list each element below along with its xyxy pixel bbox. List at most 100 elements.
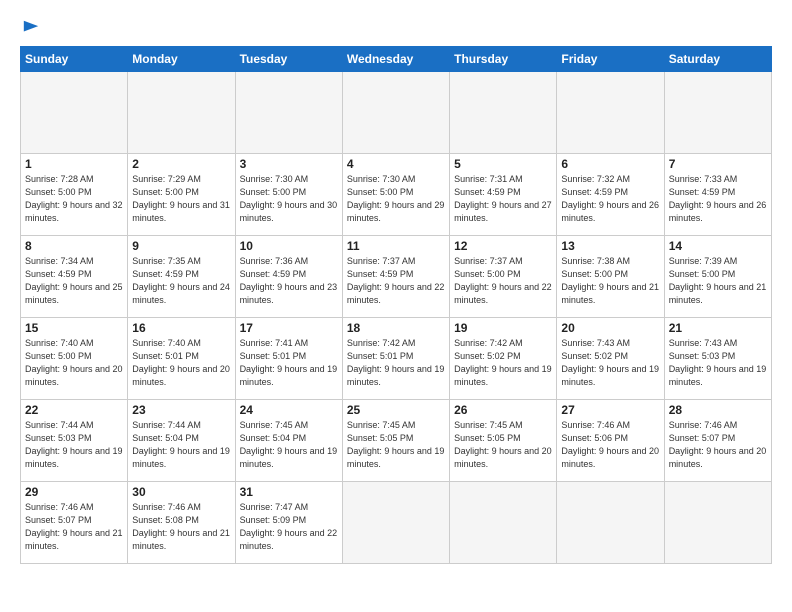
day-number: 22 bbox=[25, 403, 123, 417]
calendar-week-2: 1 Sunrise: 7:28 AM Sunset: 5:00 PM Dayli… bbox=[21, 154, 772, 236]
calendar-cell bbox=[342, 72, 449, 154]
calendar-cell: 19 Sunrise: 7:42 AM Sunset: 5:02 PM Dayl… bbox=[450, 318, 557, 400]
day-number: 9 bbox=[132, 239, 230, 253]
day-info: Sunrise: 7:46 AM Sunset: 5:07 PM Dayligh… bbox=[669, 419, 767, 471]
day-number: 14 bbox=[669, 239, 767, 253]
day-info: Sunrise: 7:40 AM Sunset: 5:00 PM Dayligh… bbox=[25, 337, 123, 389]
day-info: Sunrise: 7:47 AM Sunset: 5:09 PM Dayligh… bbox=[240, 501, 338, 553]
day-info: Sunrise: 7:36 AM Sunset: 4:59 PM Dayligh… bbox=[240, 255, 338, 307]
calendar-cell bbox=[21, 72, 128, 154]
page: SundayMondayTuesdayWednesdayThursdayFrid… bbox=[0, 0, 792, 612]
calendar-cell: 26 Sunrise: 7:45 AM Sunset: 5:05 PM Dayl… bbox=[450, 400, 557, 482]
calendar-weekday-thursday: Thursday bbox=[450, 47, 557, 72]
day-number: 28 bbox=[669, 403, 767, 417]
day-number: 27 bbox=[561, 403, 659, 417]
calendar-cell: 5 Sunrise: 7:31 AM Sunset: 4:59 PM Dayli… bbox=[450, 154, 557, 236]
calendar-cell: 24 Sunrise: 7:45 AM Sunset: 5:04 PM Dayl… bbox=[235, 400, 342, 482]
day-number: 25 bbox=[347, 403, 445, 417]
day-info: Sunrise: 7:46 AM Sunset: 5:08 PM Dayligh… bbox=[132, 501, 230, 553]
calendar-cell: 27 Sunrise: 7:46 AM Sunset: 5:06 PM Dayl… bbox=[557, 400, 664, 482]
day-number: 18 bbox=[347, 321, 445, 335]
calendar-cell bbox=[557, 72, 664, 154]
day-info: Sunrise: 7:37 AM Sunset: 4:59 PM Dayligh… bbox=[347, 255, 445, 307]
calendar-cell: 17 Sunrise: 7:41 AM Sunset: 5:01 PM Dayl… bbox=[235, 318, 342, 400]
calendar-cell: 21 Sunrise: 7:43 AM Sunset: 5:03 PM Dayl… bbox=[664, 318, 771, 400]
day-number: 21 bbox=[669, 321, 767, 335]
day-info: Sunrise: 7:30 AM Sunset: 5:00 PM Dayligh… bbox=[347, 173, 445, 225]
day-number: 3 bbox=[240, 157, 338, 171]
calendar-cell: 31 Sunrise: 7:47 AM Sunset: 5:09 PM Dayl… bbox=[235, 482, 342, 564]
day-info: Sunrise: 7:45 AM Sunset: 5:05 PM Dayligh… bbox=[347, 419, 445, 471]
calendar-cell bbox=[664, 482, 771, 564]
day-number: 31 bbox=[240, 485, 338, 499]
day-number: 8 bbox=[25, 239, 123, 253]
calendar-cell bbox=[128, 72, 235, 154]
day-info: Sunrise: 7:41 AM Sunset: 5:01 PM Dayligh… bbox=[240, 337, 338, 389]
calendar-cell: 28 Sunrise: 7:46 AM Sunset: 5:07 PM Dayl… bbox=[664, 400, 771, 482]
day-number: 13 bbox=[561, 239, 659, 253]
day-info: Sunrise: 7:33 AM Sunset: 4:59 PM Dayligh… bbox=[669, 173, 767, 225]
calendar-cell: 29 Sunrise: 7:46 AM Sunset: 5:07 PM Dayl… bbox=[21, 482, 128, 564]
day-info: Sunrise: 7:28 AM Sunset: 5:00 PM Dayligh… bbox=[25, 173, 123, 225]
logo-flag-icon bbox=[22, 18, 40, 36]
calendar-cell: 23 Sunrise: 7:44 AM Sunset: 5:04 PM Dayl… bbox=[128, 400, 235, 482]
calendar-cell: 25 Sunrise: 7:45 AM Sunset: 5:05 PM Dayl… bbox=[342, 400, 449, 482]
day-info: Sunrise: 7:29 AM Sunset: 5:00 PM Dayligh… bbox=[132, 173, 230, 225]
logo-text bbox=[20, 18, 40, 36]
day-info: Sunrise: 7:34 AM Sunset: 4:59 PM Dayligh… bbox=[25, 255, 123, 307]
day-number: 26 bbox=[454, 403, 552, 417]
day-info: Sunrise: 7:43 AM Sunset: 5:02 PM Dayligh… bbox=[561, 337, 659, 389]
calendar-week-3: 8 Sunrise: 7:34 AM Sunset: 4:59 PM Dayli… bbox=[21, 236, 772, 318]
calendar-cell: 4 Sunrise: 7:30 AM Sunset: 5:00 PM Dayli… bbox=[342, 154, 449, 236]
calendar-cell: 2 Sunrise: 7:29 AM Sunset: 5:00 PM Dayli… bbox=[128, 154, 235, 236]
day-info: Sunrise: 7:32 AM Sunset: 4:59 PM Dayligh… bbox=[561, 173, 659, 225]
calendar-weekday-tuesday: Tuesday bbox=[235, 47, 342, 72]
day-number: 16 bbox=[132, 321, 230, 335]
calendar-cell: 3 Sunrise: 7:30 AM Sunset: 5:00 PM Dayli… bbox=[235, 154, 342, 236]
calendar-weekday-saturday: Saturday bbox=[664, 47, 771, 72]
day-number: 1 bbox=[25, 157, 123, 171]
calendar-weekday-wednesday: Wednesday bbox=[342, 47, 449, 72]
day-number: 15 bbox=[25, 321, 123, 335]
header bbox=[20, 18, 772, 36]
calendar-cell: 14 Sunrise: 7:39 AM Sunset: 5:00 PM Dayl… bbox=[664, 236, 771, 318]
calendar-cell: 10 Sunrise: 7:36 AM Sunset: 4:59 PM Dayl… bbox=[235, 236, 342, 318]
calendar-cell: 30 Sunrise: 7:46 AM Sunset: 5:08 PM Dayl… bbox=[128, 482, 235, 564]
calendar-weekday-friday: Friday bbox=[557, 47, 664, 72]
calendar-cell: 9 Sunrise: 7:35 AM Sunset: 4:59 PM Dayli… bbox=[128, 236, 235, 318]
day-number: 19 bbox=[454, 321, 552, 335]
calendar-cell bbox=[450, 482, 557, 564]
day-info: Sunrise: 7:44 AM Sunset: 5:04 PM Dayligh… bbox=[132, 419, 230, 471]
day-info: Sunrise: 7:45 AM Sunset: 5:05 PM Dayligh… bbox=[454, 419, 552, 471]
day-info: Sunrise: 7:30 AM Sunset: 5:00 PM Dayligh… bbox=[240, 173, 338, 225]
day-info: Sunrise: 7:40 AM Sunset: 5:01 PM Dayligh… bbox=[132, 337, 230, 389]
day-info: Sunrise: 7:37 AM Sunset: 5:00 PM Dayligh… bbox=[454, 255, 552, 307]
day-number: 12 bbox=[454, 239, 552, 253]
calendar-week-1 bbox=[21, 72, 772, 154]
day-number: 30 bbox=[132, 485, 230, 499]
day-info: Sunrise: 7:43 AM Sunset: 5:03 PM Dayligh… bbox=[669, 337, 767, 389]
calendar-cell: 20 Sunrise: 7:43 AM Sunset: 5:02 PM Dayl… bbox=[557, 318, 664, 400]
calendar-cell: 7 Sunrise: 7:33 AM Sunset: 4:59 PM Dayli… bbox=[664, 154, 771, 236]
calendar-cell: 8 Sunrise: 7:34 AM Sunset: 4:59 PM Dayli… bbox=[21, 236, 128, 318]
calendar-cell: 1 Sunrise: 7:28 AM Sunset: 5:00 PM Dayli… bbox=[21, 154, 128, 236]
calendar-cell: 18 Sunrise: 7:42 AM Sunset: 5:01 PM Dayl… bbox=[342, 318, 449, 400]
day-info: Sunrise: 7:35 AM Sunset: 4:59 PM Dayligh… bbox=[132, 255, 230, 307]
day-info: Sunrise: 7:45 AM Sunset: 5:04 PM Dayligh… bbox=[240, 419, 338, 471]
day-number: 29 bbox=[25, 485, 123, 499]
calendar-table: SundayMondayTuesdayWednesdayThursdayFrid… bbox=[20, 46, 772, 564]
day-number: 4 bbox=[347, 157, 445, 171]
logo bbox=[20, 18, 40, 36]
calendar-header-row: SundayMondayTuesdayWednesdayThursdayFrid… bbox=[21, 47, 772, 72]
day-number: 20 bbox=[561, 321, 659, 335]
day-info: Sunrise: 7:42 AM Sunset: 5:01 PM Dayligh… bbox=[347, 337, 445, 389]
calendar-weekday-sunday: Sunday bbox=[21, 47, 128, 72]
day-info: Sunrise: 7:38 AM Sunset: 5:00 PM Dayligh… bbox=[561, 255, 659, 307]
calendar-cell: 11 Sunrise: 7:37 AM Sunset: 4:59 PM Dayl… bbox=[342, 236, 449, 318]
day-info: Sunrise: 7:31 AM Sunset: 4:59 PM Dayligh… bbox=[454, 173, 552, 225]
day-info: Sunrise: 7:39 AM Sunset: 5:00 PM Dayligh… bbox=[669, 255, 767, 307]
day-info: Sunrise: 7:46 AM Sunset: 5:07 PM Dayligh… bbox=[25, 501, 123, 553]
calendar-cell: 22 Sunrise: 7:44 AM Sunset: 5:03 PM Dayl… bbox=[21, 400, 128, 482]
day-number: 23 bbox=[132, 403, 230, 417]
calendar-cell: 16 Sunrise: 7:40 AM Sunset: 5:01 PM Dayl… bbox=[128, 318, 235, 400]
